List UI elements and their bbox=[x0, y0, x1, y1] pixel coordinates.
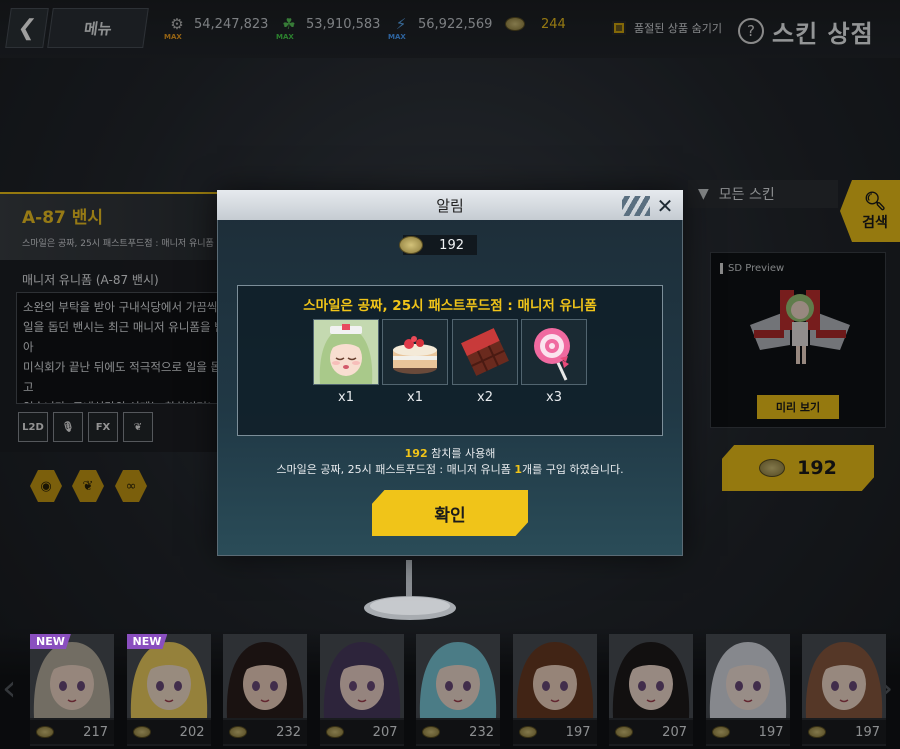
bought-suffix: 개를 구입 하였습니다. bbox=[522, 463, 624, 476]
close-icon[interactable]: ✕ bbox=[652, 193, 678, 219]
bought-count: 1 bbox=[514, 463, 523, 476]
item-quantity: x1 bbox=[407, 390, 423, 405]
coin-icon bbox=[399, 236, 423, 254]
used-suffix: 참치를 사용해 bbox=[427, 447, 496, 460]
new-badge: NEW bbox=[30, 634, 71, 649]
bought-prefix: 스마일은 공짜, 25시 패스트푸드점 : 매니저 유니폼 bbox=[276, 463, 515, 476]
character-stand bbox=[364, 560, 456, 620]
dialog-title: 알림 bbox=[217, 190, 683, 220]
used-currency-message: 192 참치를 사용해 bbox=[217, 445, 683, 461]
header-stripes bbox=[622, 196, 650, 216]
item-quantity: x2 bbox=[477, 390, 493, 405]
confirm-button[interactable]: 확인 bbox=[372, 490, 528, 536]
cake-icon bbox=[382, 319, 448, 385]
item-quantity: x3 bbox=[546, 390, 562, 405]
used-amount: 192 bbox=[404, 447, 428, 460]
item-quantity: x1 bbox=[338, 390, 354, 405]
purchase-result-message: 스마일은 공짜, 25시 패스트푸드점 : 매니저 유니폼 1개를 구입 하였습… bbox=[217, 461, 683, 477]
new-badge: NEW bbox=[126, 634, 168, 649]
purchase-item-title: 스마일은 공짜, 25시 패스트푸드점 : 매니저 유니폼 bbox=[303, 298, 597, 314]
lollipop-icon bbox=[521, 319, 587, 385]
chocolate-icon bbox=[452, 319, 518, 385]
portrait-icon bbox=[313, 319, 379, 385]
